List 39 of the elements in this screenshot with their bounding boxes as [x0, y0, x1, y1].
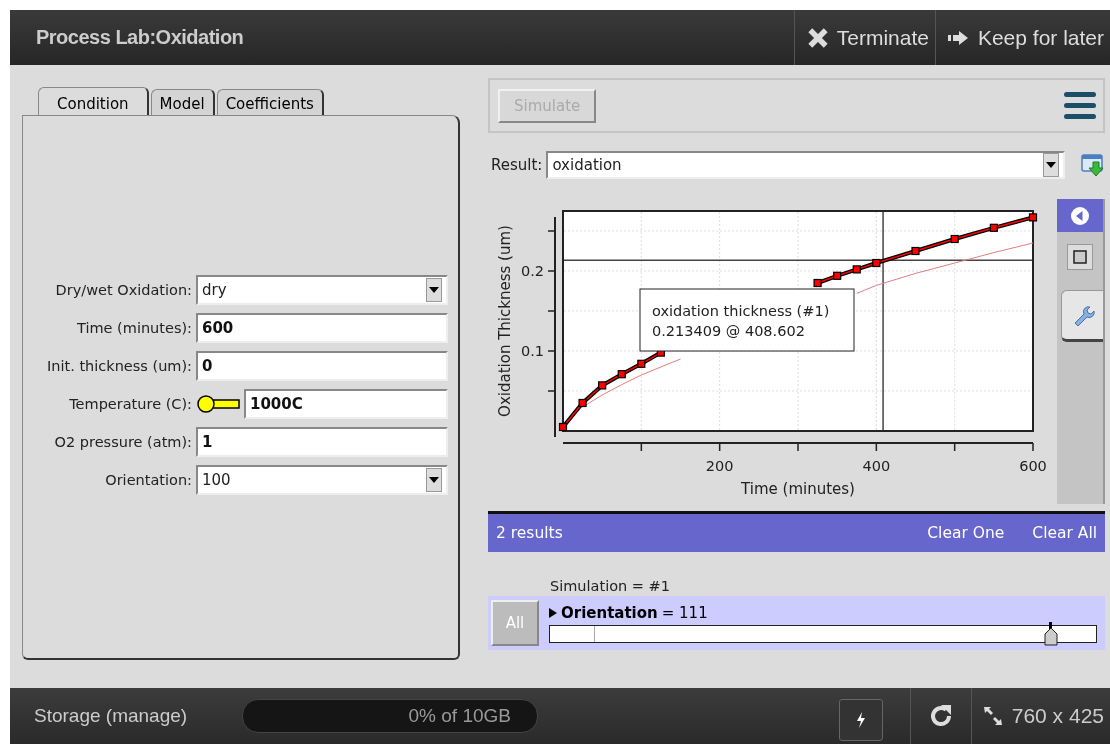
field-label: Temperature (C): [69, 396, 192, 412]
tick-label: 200 [705, 458, 734, 474]
y-axis-title: Oxidation Thickness (um) [496, 225, 514, 417]
window-title: Process Lab:Oxidation [35, 26, 245, 49]
input-field[interactable]: 0 [196, 351, 448, 381]
keep-button[interactable]: Keep for later [934, 10, 1110, 65]
annotation: oxidation thickness (#1) [652, 303, 830, 319]
results-count: 2 results [496, 524, 563, 542]
result-dropdown[interactable]: oxidation [546, 151, 1065, 179]
input-field[interactable]: 600 [196, 313, 448, 343]
x-axis-title: Time (minutes) [741, 480, 855, 498]
annotation: 0.213409 @ 408.602 [652, 323, 805, 339]
field-label: Time (minutes): [77, 320, 192, 336]
simulation-label: Simulation = #1 [549, 578, 671, 596]
dropdown[interactable]: dry [196, 275, 448, 305]
tab[interactable]: Coefficients [216, 89, 324, 115]
clear-button[interactable]: Clear All [1032, 524, 1097, 542]
clear-button[interactable]: Clear One [927, 524, 1005, 542]
tick-label: 600 [1019, 458, 1047, 474]
storage-usage: 0% of 10GB [408, 705, 512, 727]
window-size: 760 x 425 [1011, 704, 1104, 728]
field-label: Init. thickness (um): [47, 358, 192, 374]
storage-link[interactable]: Storage (manage) [10, 705, 242, 727]
tab[interactable]: Condition [38, 87, 149, 115]
terminate-button[interactable]: Terminate [793, 10, 935, 65]
field-label: Dry/wet Oxidation: [55, 282, 192, 298]
result-label: Result: [490, 156, 543, 174]
input-field[interactable]: 1000C [244, 389, 448, 419]
tab[interactable]: Model [150, 89, 215, 115]
parameter-name: Orientation [561, 603, 658, 622]
tick-label: 0.2 [520, 263, 544, 279]
dropdown[interactable]: 100 [196, 465, 448, 495]
field-label: O2 pressure (atm): [54, 434, 192, 450]
input-field[interactable]: 1 [196, 427, 448, 457]
tick-label: 400 [862, 458, 891, 474]
tooltip: oxidation thickness (#1) 0.213409 @ 408.602 [639, 288, 855, 352]
tick-label: 0.1 [520, 343, 544, 359]
field-label: Orientation: [105, 472, 192, 488]
parameter-value: = 111 [661, 603, 708, 622]
